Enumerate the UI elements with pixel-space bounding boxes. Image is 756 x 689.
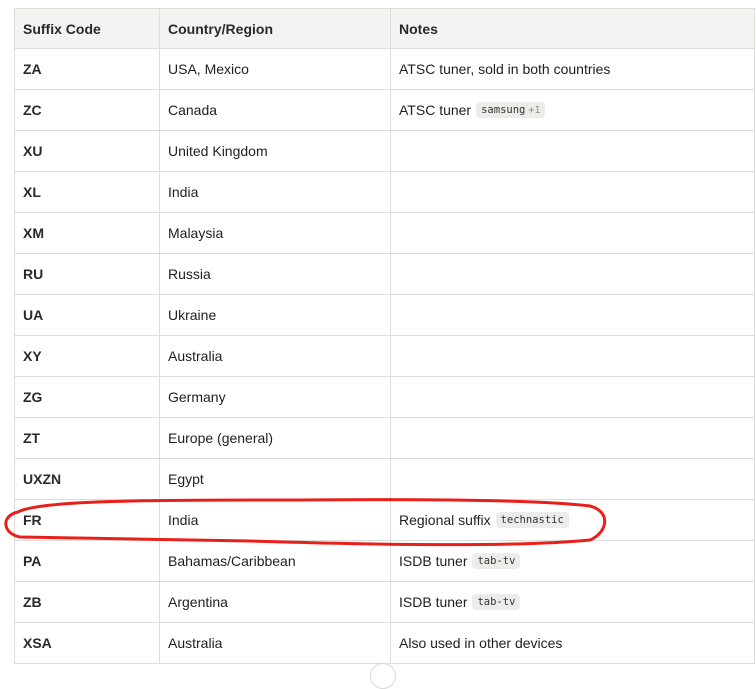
cell-notes: [390, 458, 755, 500]
table-row: XL India: [14, 171, 755, 213]
cell-suffix-code: XM: [14, 212, 160, 254]
cell-country: India: [159, 499, 391, 541]
more-sources-count: +1: [528, 105, 541, 116]
source-citation-chip[interactable]: samsung +1: [476, 102, 546, 118]
cell-suffix-code: XL: [14, 171, 160, 213]
cell-country: Argentina: [159, 581, 391, 623]
cell-country: Malaysia: [159, 212, 391, 254]
cell-suffix-code: XSA: [14, 622, 160, 664]
source-name: technastic: [500, 514, 564, 526]
cell-country: Europe (general): [159, 417, 391, 459]
cell-notes: [390, 171, 755, 213]
cell-notes: [390, 417, 755, 459]
scroll-down-button[interactable]: [370, 663, 396, 689]
table-row: ZC Canada ATSC tuner samsung +1: [14, 89, 755, 131]
cell-country: United Kingdom: [159, 130, 391, 172]
source-name: tab-tv: [477, 596, 516, 608]
cell-suffix-code: ZC: [14, 89, 160, 131]
notes-text: ISDB tuner: [399, 553, 468, 569]
header-country-region: Country/Region: [159, 8, 391, 49]
notes-text: Regional suffix: [399, 512, 491, 528]
cell-suffix-code: PA: [14, 540, 160, 582]
table-body: ZA USA, Mexico ATSC tuner, sold in both co…: [14, 48, 755, 664]
source-citation-chip[interactable]: tab-tv: [472, 594, 521, 610]
table-row: ZT Europe (general): [14, 417, 755, 459]
cell-notes: [390, 253, 755, 295]
table-row: RU Russia: [14, 253, 755, 295]
cell-country: Russia: [159, 253, 391, 295]
notes-text: Also used in other devices: [399, 635, 563, 651]
header-notes: Notes: [390, 8, 755, 49]
cell-notes: [390, 212, 755, 254]
source-name: tab-tv: [477, 555, 516, 567]
cell-notes: Regional suffix technastic: [390, 499, 755, 541]
cell-suffix-code: XU: [14, 130, 160, 172]
cell-notes: [390, 376, 755, 418]
table-row: ZB Argentina ISDB tuner tab-tv: [14, 581, 755, 623]
cell-suffix-code: RU: [14, 253, 160, 295]
cell-notes: [390, 130, 755, 172]
cell-suffix-code: ZG: [14, 376, 160, 418]
source-name: samsung: [481, 104, 526, 116]
cell-country: Ukraine: [159, 294, 391, 336]
cell-notes: ISDB tuner tab-tv: [390, 581, 755, 623]
cell-notes: Also used in other devices: [390, 622, 755, 664]
cell-country: Bahamas/Caribbean: [159, 540, 391, 582]
cell-country: Egypt: [159, 458, 391, 500]
table-row: UXZN Egypt: [14, 458, 755, 500]
cell-country: Australia: [159, 335, 391, 377]
cell-country: USA, Mexico: [159, 48, 391, 90]
notes-text: ISDB tuner: [399, 594, 468, 610]
source-citation-chip[interactable]: technastic: [495, 512, 569, 528]
notes-text: ATSC tuner, sold in both countries: [399, 61, 611, 77]
cell-suffix-code: XY: [14, 335, 160, 377]
cell-notes: [390, 294, 755, 336]
notes-text: ATSC tuner: [399, 102, 472, 118]
cell-notes: ATSC tuner, sold in both countries: [390, 48, 755, 90]
cell-notes: [390, 335, 755, 377]
cell-suffix-code: ZB: [14, 581, 160, 623]
table-row: ZA USA, Mexico ATSC tuner, sold in both co…: [14, 48, 755, 90]
table-row: PA Bahamas/Caribbean ISDB tuner tab-tv: [14, 540, 755, 582]
cell-suffix-code: UXZN: [14, 458, 160, 500]
table-row: XU United Kingdom: [14, 130, 755, 172]
cell-suffix-code: UA: [14, 294, 160, 336]
cell-country: Canada: [159, 89, 391, 131]
table-row: UA Ukraine: [14, 294, 755, 336]
header-suffix-code: Suffix Code: [14, 8, 160, 49]
table-row: XM Malaysia: [14, 212, 755, 254]
table-row: XY Australia: [14, 335, 755, 377]
cell-suffix-code: FR: [14, 499, 160, 541]
cell-notes: ATSC tuner samsung +1: [390, 89, 755, 131]
cell-suffix-code: ZA: [14, 48, 160, 90]
cell-notes: ISDB tuner tab-tv: [390, 540, 755, 582]
suffix-table: Suffix Code Country/Region Notes ZA USA, …: [14, 8, 755, 664]
table-row: FR India Regional suffix technastic: [14, 499, 755, 541]
cell-suffix-code: ZT: [14, 417, 160, 459]
table-row: ZG Germany: [14, 376, 755, 418]
source-citation-chip[interactable]: tab-tv: [472, 553, 521, 569]
cell-country: Australia: [159, 622, 391, 664]
table-header-row: Suffix Code Country/Region Notes: [14, 8, 755, 49]
cell-country: Germany: [159, 376, 391, 418]
cell-country: India: [159, 171, 391, 213]
table-row: XSA Australia Also used in other devices: [14, 622, 755, 664]
